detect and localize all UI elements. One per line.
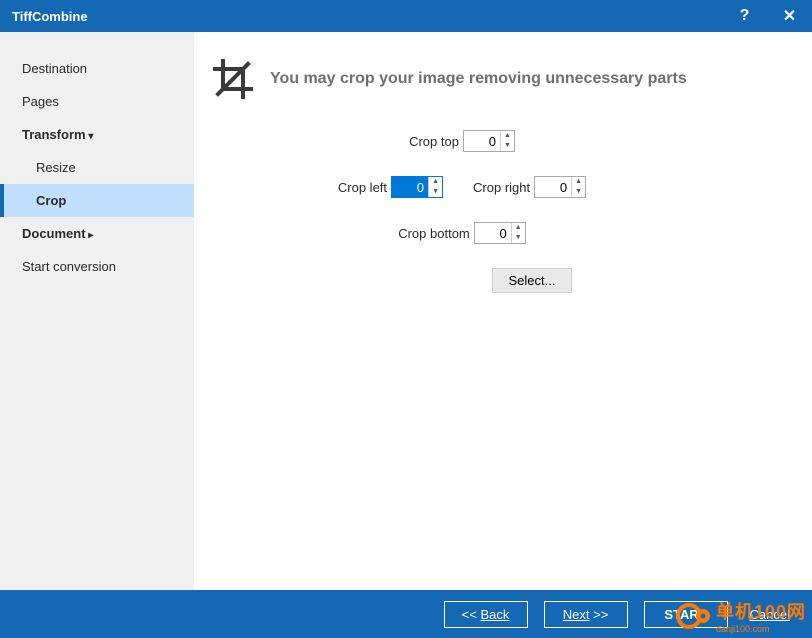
sidebar: Destination Pages Transform Resize Crop … — [0, 32, 194, 590]
crop-bottom-label: Crop bottom — [398, 226, 470, 241]
crop-bottom-input[interactable] — [475, 223, 511, 243]
crop-top-down[interactable]: ▼ — [501, 141, 514, 151]
crop-left-up[interactable]: ▲ — [429, 177, 442, 187]
crop-left-label: Crop left — [338, 180, 387, 195]
cancel-button[interactable]: Cancel — [744, 602, 796, 627]
crop-bottom-arrows: ▲ ▼ — [511, 223, 525, 243]
crop-left-down[interactable]: ▼ — [429, 187, 442, 197]
crop-bottom-spinner[interactable]: ▲ ▼ — [474, 222, 526, 244]
crop-left-field: Crop left ▲ ▼ — [338, 176, 443, 198]
sidebar-group-transform[interactable]: Transform — [0, 118, 194, 151]
heading-row: You may crop your image removing unneces… — [212, 58, 794, 100]
crop-top-input[interactable] — [464, 131, 500, 151]
dialog-body: Destination Pages Transform Resize Crop … — [0, 32, 812, 590]
close-button[interactable]: ✕ — [767, 0, 812, 32]
crop-top-arrows: ▲ ▼ — [500, 131, 514, 151]
crop-top-label: Crop top — [409, 134, 459, 149]
sidebar-item-pages[interactable]: Pages — [0, 85, 194, 118]
start-button[interactable]: START — [644, 601, 728, 628]
crop-right-input[interactable] — [535, 177, 571, 197]
app-title: TiffCombine — [12, 9, 88, 24]
sidebar-item-resize[interactable]: Resize — [0, 151, 194, 184]
crop-right-field: Crop right ▲ ▼ — [473, 176, 586, 198]
crop-left-arrows: ▲ ▼ — [428, 177, 442, 197]
sidebar-item-destination[interactable]: Destination — [0, 52, 194, 85]
crop-right-down[interactable]: ▼ — [572, 187, 585, 197]
crop-left-spinner[interactable]: ▲ ▼ — [391, 176, 443, 198]
title-bar: TiffCombine ? ✕ — [0, 0, 812, 32]
sidebar-group-document[interactable]: Document — [0, 217, 194, 250]
crop-top-spinner[interactable]: ▲ ▼ — [463, 130, 515, 152]
sidebar-item-crop[interactable]: Crop — [0, 184, 194, 217]
crop-right-arrows: ▲ ▼ — [571, 177, 585, 197]
crop-right-spinner[interactable]: ▲ ▼ — [534, 176, 586, 198]
back-button[interactable]: << Back — [444, 601, 528, 628]
crop-right-label: Crop right — [473, 180, 530, 195]
crop-grid: Crop top ▲ ▼ Crop left — [242, 130, 682, 293]
footer-bar: << Back Next >> START Cancel 单机100网 danj… — [0, 590, 812, 638]
page-heading: You may crop your image removing unneces… — [270, 70, 687, 88]
help-button[interactable]: ? — [722, 0, 767, 32]
crop-bottom-down[interactable]: ▼ — [512, 233, 525, 243]
crop-top-up[interactable]: ▲ — [501, 131, 514, 141]
crop-right-up[interactable]: ▲ — [572, 177, 585, 187]
crop-bottom-up[interactable]: ▲ — [512, 223, 525, 233]
crop-bottom-field: Crop bottom ▲ ▼ — [398, 222, 526, 244]
content-pane: You may crop your image removing unneces… — [194, 32, 812, 590]
close-icon: ✕ — [783, 6, 796, 26]
crop-left-input[interactable] — [392, 177, 428, 197]
crop-top-field: Crop top ▲ ▼ — [409, 130, 515, 152]
help-icon: ? — [740, 7, 750, 25]
next-button[interactable]: Next >> — [544, 601, 628, 628]
select-button[interactable]: Select... — [492, 268, 573, 293]
crop-icon — [212, 58, 254, 100]
sidebar-item-start-conversion[interactable]: Start conversion — [0, 250, 194, 283]
